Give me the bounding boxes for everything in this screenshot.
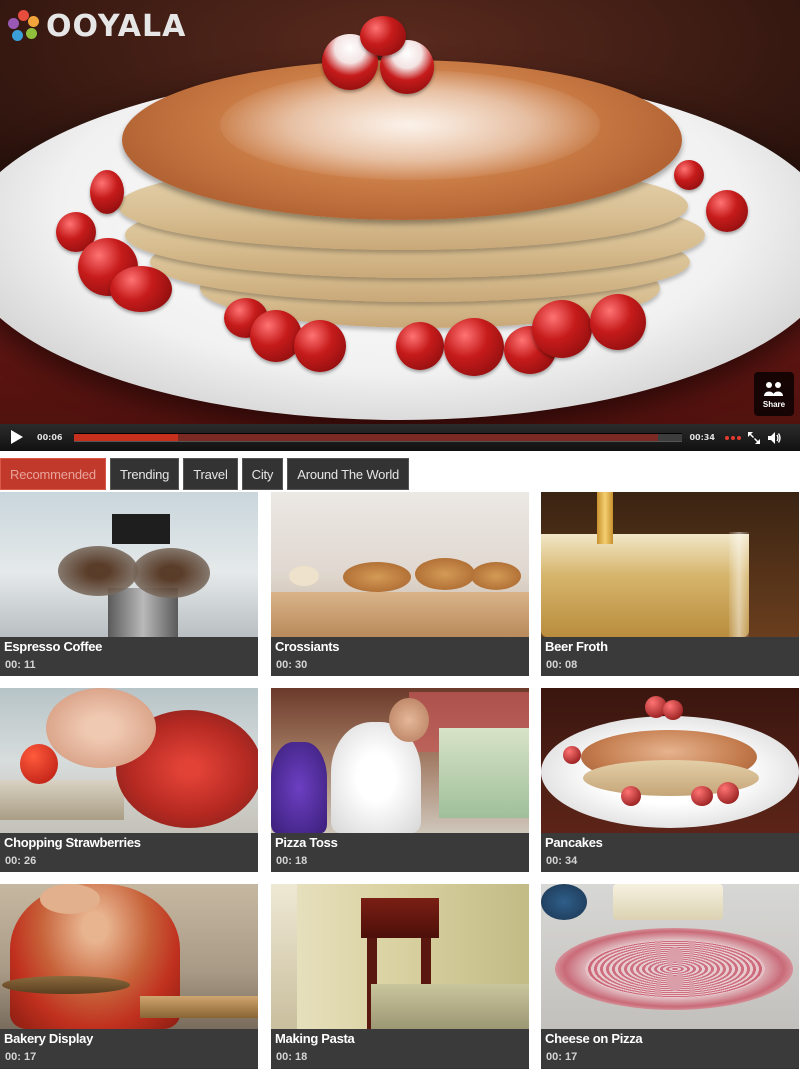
video-duration: 00: 30 bbox=[276, 659, 308, 671]
cranberry bbox=[90, 170, 124, 214]
video-card[interactable]: Espresso Coffee 00: 11 bbox=[0, 492, 258, 676]
played-bar bbox=[74, 434, 178, 441]
cranberry bbox=[360, 16, 406, 56]
video-duration: 00: 18 bbox=[276, 1051, 308, 1063]
video-thumbnail bbox=[0, 688, 258, 833]
video-duration: 00: 18 bbox=[276, 855, 308, 867]
video-thumbnail bbox=[0, 884, 258, 1029]
video-duration: 00: 17 bbox=[5, 1051, 37, 1063]
video-title: Chopping Strawberries bbox=[4, 835, 141, 850]
video-meta: Crossiants 00: 30 bbox=[271, 637, 529, 676]
share-icon bbox=[764, 381, 783, 396]
cranberry bbox=[396, 322, 444, 370]
video-thumbnail bbox=[271, 688, 529, 833]
quality-icon[interactable] bbox=[724, 433, 741, 442]
video-card[interactable]: Pancakes 00: 34 bbox=[541, 688, 799, 872]
tab-recommended[interactable]: Recommended bbox=[0, 458, 106, 490]
tab-around-the-world[interactable]: Around The World bbox=[287, 458, 410, 490]
video-title: Bakery Display bbox=[4, 1031, 94, 1046]
cranberry bbox=[444, 318, 504, 376]
video-meta: Beer Froth 00: 08 bbox=[541, 637, 799, 676]
fullscreen-icon[interactable] bbox=[747, 431, 761, 445]
logo-text: OOYALA bbox=[46, 8, 187, 44]
ooyala-logo: OOYALA bbox=[8, 6, 186, 46]
tab-city[interactable]: City bbox=[241, 458, 284, 490]
volume-icon[interactable] bbox=[767, 431, 781, 445]
video-card[interactable]: Crossiants 00: 30 bbox=[271, 492, 529, 676]
tab-travel[interactable]: Travel bbox=[183, 458, 238, 490]
video-title: Making Pasta bbox=[275, 1031, 355, 1046]
video-grid: Espresso Coffee 00: 11 Crossiants 00: 30… bbox=[0, 492, 800, 1069]
video-thumbnail bbox=[541, 492, 799, 637]
video-duration: 00: 08 bbox=[546, 659, 578, 671]
video-card[interactable]: Pizza Toss 00: 18 bbox=[271, 688, 529, 872]
video-meta: Espresso Coffee 00: 11 bbox=[0, 637, 258, 676]
video-card[interactable]: Cheese on Pizza 00: 17 bbox=[541, 884, 799, 1069]
duration-time: 00:34 bbox=[689, 433, 715, 442]
current-time: 00:06 bbox=[37, 433, 63, 442]
video-card[interactable]: Making Pasta 00: 18 bbox=[271, 884, 529, 1069]
video-duration: 00: 26 bbox=[5, 855, 37, 867]
video-card[interactable]: Bakery Display 00: 17 bbox=[0, 884, 258, 1069]
video-thumbnail bbox=[271, 884, 529, 1029]
video-thumbnail bbox=[271, 492, 529, 637]
cranberry bbox=[250, 310, 302, 362]
video-card[interactable]: Beer Froth 00: 08 bbox=[541, 492, 799, 676]
video-title: Cheese on Pizza bbox=[545, 1031, 643, 1046]
play-icon[interactable] bbox=[11, 429, 25, 446]
video-player[interactable]: OOYALA Share bbox=[0, 0, 800, 424]
video-meta: Chopping Strawberries 00: 26 bbox=[0, 833, 258, 872]
share-button[interactable]: Share bbox=[754, 372, 794, 416]
cranberry bbox=[674, 160, 704, 190]
video-card[interactable]: Chopping Strawberries 00: 26 bbox=[0, 688, 258, 872]
video-thumbnail bbox=[541, 688, 799, 833]
category-tabs: Recommended Trending Travel City Around … bbox=[0, 458, 800, 490]
cranberry bbox=[590, 294, 646, 350]
video-meta: Pancakes 00: 34 bbox=[541, 833, 799, 872]
video-thumbnail bbox=[0, 492, 258, 637]
video-meta: Making Pasta 00: 18 bbox=[271, 1029, 529, 1068]
video-title: Pancakes bbox=[545, 835, 603, 850]
video-title: Espresso Coffee bbox=[4, 639, 103, 654]
logo-dots-icon bbox=[8, 10, 40, 42]
video-title: Beer Froth bbox=[545, 639, 608, 654]
video-title: Crossiants bbox=[275, 639, 340, 654]
video-meta: Cheese on Pizza 00: 17 bbox=[541, 1029, 799, 1068]
video-duration: 00: 17 bbox=[546, 1051, 578, 1063]
video-duration: 00: 11 bbox=[5, 659, 36, 671]
cranberry bbox=[706, 190, 748, 232]
video-title: Pizza Toss bbox=[275, 835, 338, 850]
cranberry bbox=[110, 266, 172, 312]
progress-scrubber[interactable] bbox=[74, 433, 683, 442]
cranberry bbox=[532, 300, 592, 358]
video-thumbnail bbox=[541, 884, 799, 1029]
video-meta: Bakery Display 00: 17 bbox=[0, 1029, 258, 1068]
video-meta: Pizza Toss 00: 18 bbox=[271, 833, 529, 872]
cranberry bbox=[294, 320, 346, 372]
tab-trending[interactable]: Trending bbox=[109, 458, 180, 490]
video-duration: 00: 34 bbox=[546, 855, 578, 867]
share-label: Share bbox=[762, 399, 786, 409]
player-controls: 00:06 00:34 bbox=[0, 424, 800, 451]
